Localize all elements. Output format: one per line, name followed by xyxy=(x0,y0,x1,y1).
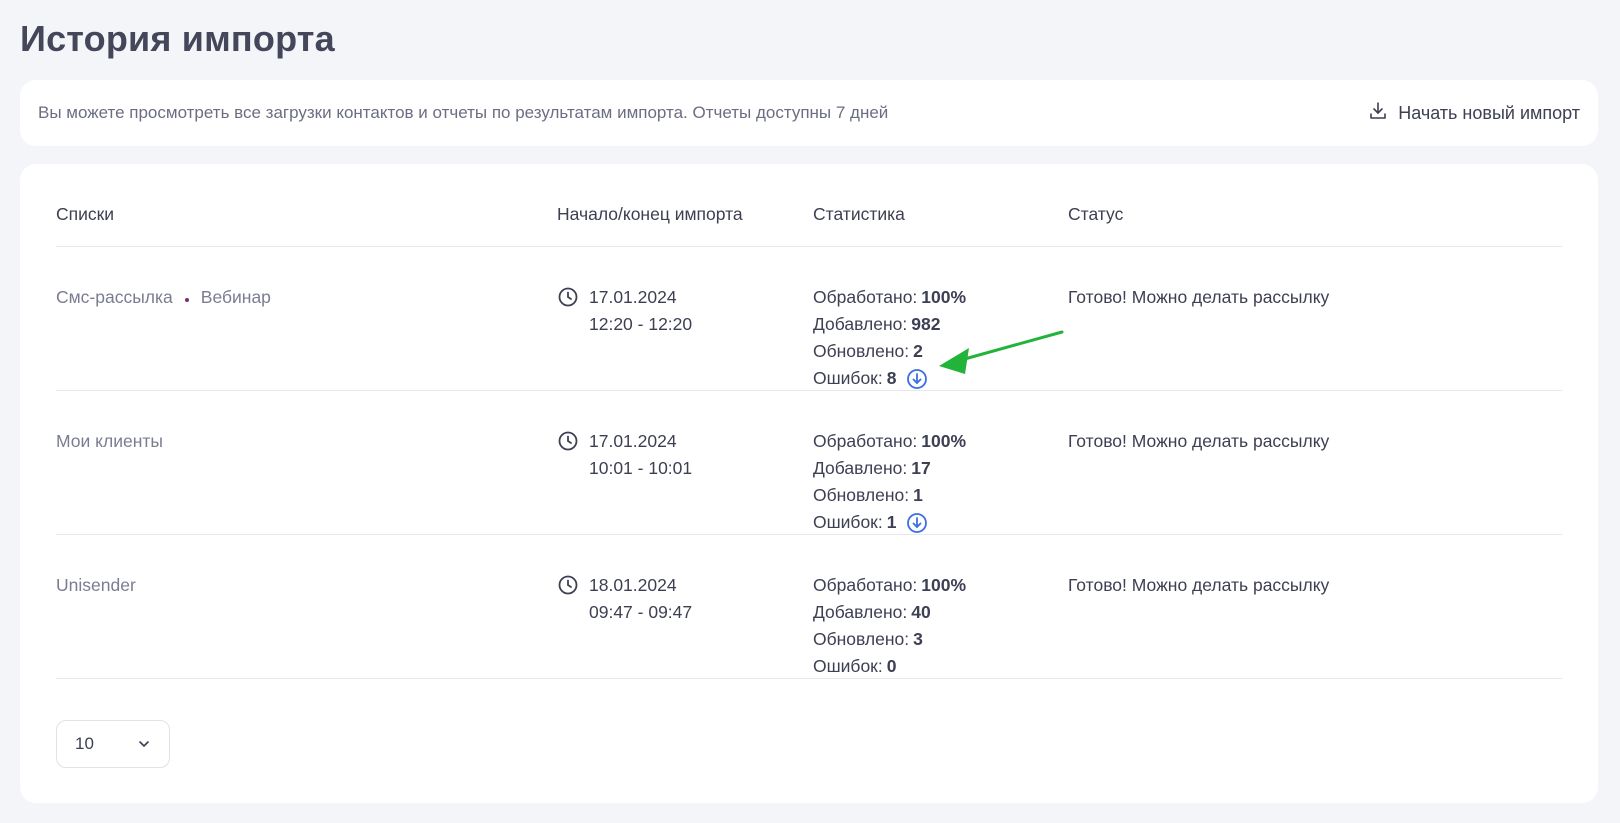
page-size-value: 10 xyxy=(75,734,94,753)
import-time-range: 09:47 - 09:47 xyxy=(589,602,693,622)
table-row: Смс-рассылка Вебинар 17.01.2024 12:20 - … xyxy=(56,247,1562,391)
list-name: Unisender xyxy=(56,575,136,595)
list-names: Unisender xyxy=(56,572,136,599)
info-panel: Вы можете просмотреть все загрузки конта… xyxy=(20,80,1598,146)
download-tray-icon xyxy=(1368,101,1388,126)
download-errors-icon[interactable] xyxy=(906,512,928,534)
list-name: Смс-рассылка xyxy=(56,287,173,307)
clock-icon xyxy=(558,287,578,307)
chevron-down-icon xyxy=(139,741,149,747)
stat-added: Добавлено: 40 xyxy=(813,602,931,622)
import-time-range: 12:20 - 12:20 xyxy=(589,314,693,334)
status-text: Готово! Можно делать рассылку xyxy=(1068,575,1330,595)
import-date: 17.01.2024 xyxy=(589,287,677,307)
header-lists: Списки xyxy=(56,204,115,224)
stat-updated: Обновлено: 2 xyxy=(813,341,923,361)
list-names: Мои клиенты xyxy=(56,428,163,455)
table-row: Unisender 18.01.2024 09:47 - 09:47 Обраб… xyxy=(56,535,1562,679)
stat-errors: Ошибок: 1 xyxy=(813,509,966,536)
stat-processed: Обработано: 100% xyxy=(813,575,967,595)
status-text: Готово! Можно делать рассылку xyxy=(1068,287,1330,307)
page-title: История импорта xyxy=(20,18,335,59)
import-time: 17.01.2024 12:20 - 12:20 xyxy=(557,284,692,338)
page: История импорта Вы можете просмотреть вс… xyxy=(0,0,1620,823)
stat-errors: Ошибок: 0 xyxy=(813,656,897,676)
header-status: Статус xyxy=(1068,204,1124,224)
clock-icon xyxy=(558,431,578,451)
clock-icon xyxy=(558,575,578,595)
import-date: 18.01.2024 xyxy=(589,575,677,595)
stat-processed: Обработано: 100% xyxy=(813,431,967,451)
import-history-table: Списки Начало/конец импорта Статистика С… xyxy=(20,164,1598,803)
import-date: 17.01.2024 xyxy=(589,431,677,451)
stat-updated: Обновлено: 1 xyxy=(813,485,923,505)
import-time-range: 10:01 - 10:01 xyxy=(589,458,693,478)
stat-added: Добавлено: 982 xyxy=(813,314,941,334)
download-errors-icon[interactable] xyxy=(906,368,928,390)
stat-errors: Ошибок: 8 xyxy=(813,365,966,392)
status-text: Готово! Можно делать рассылку xyxy=(1068,431,1330,451)
list-separator-dot xyxy=(184,297,189,302)
list-names: Смс-рассылка Вебинар xyxy=(56,284,271,311)
stats: Обработано: 100% Добавлено: 40 Обновлено: 3… xyxy=(813,572,966,680)
header-stats: Статистика xyxy=(813,204,905,224)
new-import-button[interactable]: Начать новый импорт xyxy=(1368,101,1580,126)
header-time: Начало/конец импорта xyxy=(557,204,743,224)
stat-updated: Обновлено: 3 xyxy=(813,629,923,649)
table-header: Списки Начало/конец импорта Статистика С… xyxy=(56,164,1562,247)
new-import-label: Начать новый импорт xyxy=(1398,102,1580,123)
table-row: Мои клиенты 17.01.2024 10:01 - 10:01 Обр… xyxy=(56,391,1562,535)
stat-processed: Обработано: 100% xyxy=(813,287,967,307)
list-name: Вебинар xyxy=(200,287,271,307)
info-text: Вы можете просмотреть все загрузки конта… xyxy=(38,103,889,122)
page-size-select[interactable]: 10 xyxy=(56,720,170,768)
stat-added: Добавлено: 17 xyxy=(813,458,931,478)
stats: Обработано: 100% Добавлено: 982 Обновлено:… xyxy=(813,284,966,392)
stats: Обработано: 100% Добавлено: 17 Обновлено: 1… xyxy=(813,428,966,536)
import-time: 18.01.2024 09:47 - 09:47 xyxy=(557,572,692,626)
import-time: 17.01.2024 10:01 - 10:01 xyxy=(557,428,692,482)
list-name: Мои клиенты xyxy=(56,431,163,451)
